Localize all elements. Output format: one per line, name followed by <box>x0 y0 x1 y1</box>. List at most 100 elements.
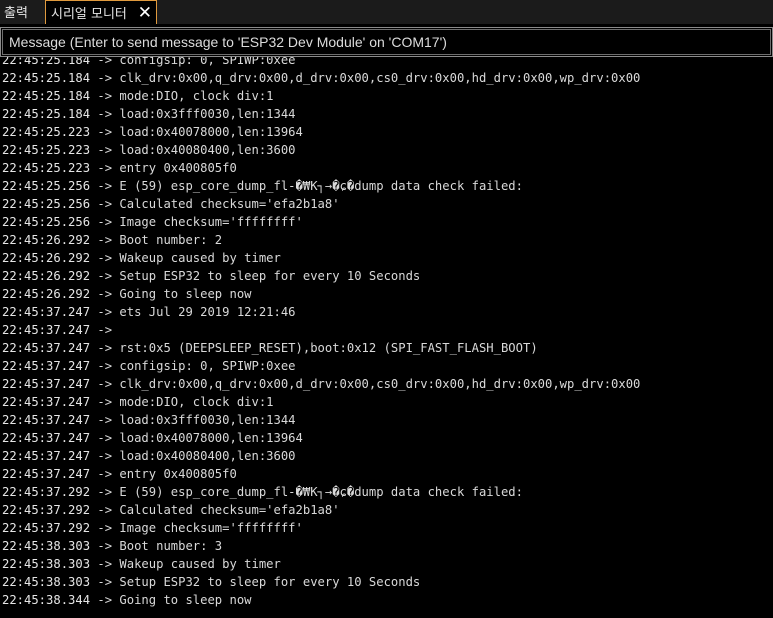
log-message: Setup ESP32 to sleep for every 10 Second… <box>119 269 421 283</box>
serial-output[interactable]: 22:45:25.184 -> configsip: 0, SPIWP:0xee… <box>0 57 773 618</box>
log-arrow: -> <box>90 557 120 571</box>
log-message: E (59) esp_core_dump_fl-�₩K┐→�ɕ�dump dat… <box>119 485 523 499</box>
log-arrow: -> <box>90 251 120 265</box>
log-timestamp: 22:45:37.247 <box>2 359 91 373</box>
log-message: Image checksum='ffffffff' <box>119 521 303 535</box>
log-timestamp: 22:45:37.247 <box>2 395 91 409</box>
log-arrow: -> <box>90 215 120 229</box>
log-arrow: -> <box>90 575 120 589</box>
log-arrow: -> <box>90 413 120 427</box>
log-message: E (59) esp_core_dump_fl-�₩K┐→�ɕ�dump dat… <box>119 179 523 193</box>
log-message: load:0x3fff0030,len:1344 <box>119 413 296 427</box>
log-message: Wakeup caused by timer <box>119 557 281 571</box>
log-timestamp: 22:45:25.256 <box>2 179 91 193</box>
tab-serial-monitor[interactable]: 시리얼 모니터 ✕ <box>45 0 157 24</box>
log-message: load:0x40078000,len:13964 <box>119 125 303 139</box>
log-arrow: -> <box>90 57 120 67</box>
log-line: 22:45:38.303 -> Wakeup caused by timer <box>2 555 773 573</box>
log-message: configsip: 0, SPIWP:0xee <box>119 57 296 67</box>
log-timestamp: 22:45:38.303 <box>2 539 91 553</box>
log-line: 22:45:25.184 -> configsip: 0, SPIWP:0xee <box>2 57 773 69</box>
log-arrow: -> <box>90 377 120 391</box>
log-arrow: -> <box>90 323 120 337</box>
tab-serial-monitor-label: 시리얼 모니터 <box>51 7 127 22</box>
log-arrow: -> <box>90 71 120 85</box>
log-message: Image checksum='ffffffff' <box>119 215 303 229</box>
log-timestamp: 22:45:26.292 <box>2 287 91 301</box>
log-timestamp: 22:45:37.247 <box>2 305 91 319</box>
log-timestamp: 22:45:25.256 <box>2 197 91 211</box>
log-timestamp: 22:45:26.292 <box>2 269 91 283</box>
log-arrow: -> <box>90 233 120 247</box>
log-timestamp: 22:45:37.292 <box>2 521 91 535</box>
message-input[interactable] <box>2 29 771 55</box>
log-timestamp: 22:45:37.292 <box>2 485 91 499</box>
log-message: rst:0x5 (DEEPSLEEP_RESET),boot:0x12 (SPI… <box>119 341 538 355</box>
log-line: 22:45:37.247 -> entry 0x400805f0 <box>2 465 773 483</box>
log-arrow: -> <box>90 467 120 481</box>
log-line: 22:45:25.223 -> load:0x40080400,len:3600 <box>2 141 773 159</box>
log-timestamp: 22:45:25.184 <box>2 71 91 85</box>
log-timestamp: 22:45:38.303 <box>2 575 91 589</box>
log-line: 22:45:26.292 -> Going to sleep now <box>2 285 773 303</box>
log-arrow: -> <box>90 593 120 607</box>
log-line: 22:45:26.292 -> Setup ESP32 to sleep for… <box>2 267 773 285</box>
log-line: 22:45:25.184 -> load:0x3fff0030,len:1344 <box>2 105 773 123</box>
log-timestamp: 22:45:37.247 <box>2 377 91 391</box>
log-message: Going to sleep now <box>119 287 252 301</box>
log-message: Calculated checksum='efa2b1a8' <box>119 197 340 211</box>
log-arrow: -> <box>90 89 120 103</box>
log-message: mode:DIO, clock div:1 <box>119 89 274 103</box>
log-line: 22:45:26.292 -> Boot number: 2 <box>2 231 773 249</box>
log-message: ets Jul 29 2019 12:21:46 <box>119 305 296 319</box>
log-line: 22:45:37.292 -> E (59) esp_core_dump_fl-… <box>2 483 773 501</box>
log-arrow: -> <box>90 143 120 157</box>
log-line: 22:45:37.292 -> Calculated checksum='efa… <box>2 501 773 519</box>
log-timestamp: 22:45:26.292 <box>2 251 91 265</box>
panel-tab-bar: 출력 시리얼 모니터 ✕ <box>0 0 773 24</box>
log-timestamp: 22:45:37.247 <box>2 431 91 445</box>
log-timestamp: 22:45:37.247 <box>2 413 91 427</box>
log-line: 22:45:37.247 -> mode:DIO, clock div:1 <box>2 393 773 411</box>
log-message: Boot number: 2 <box>119 233 223 247</box>
log-line: 22:45:25.184 -> clk_drv:0x00,q_drv:0x00,… <box>2 69 773 87</box>
log-timestamp: 22:45:38.344 <box>2 593 91 607</box>
log-message: load:0x40078000,len:13964 <box>119 431 303 445</box>
log-line: 22:45:37.247 -> configsip: 0, SPIWP:0xee <box>2 357 773 375</box>
log-timestamp: 22:45:37.247 <box>2 449 91 463</box>
log-arrow: -> <box>90 287 120 301</box>
log-arrow: -> <box>90 539 120 553</box>
tab-output-label: 출력 <box>4 6 28 21</box>
close-icon[interactable]: ✕ <box>138 3 152 23</box>
log-arrow: -> <box>90 179 120 193</box>
log-timestamp: 22:45:25.184 <box>2 107 91 121</box>
log-line: 22:45:26.292 -> Wakeup caused by timer <box>2 249 773 267</box>
log-line: 22:45:37.247 -> load:0x40080400,len:3600 <box>2 447 773 465</box>
log-message: entry 0x400805f0 <box>119 467 237 481</box>
log-message: load:0x40080400,len:3600 <box>119 143 296 157</box>
log-line: 22:45:25.256 -> E (59) esp_core_dump_fl-… <box>2 177 773 195</box>
log-message: Boot number: 3 <box>119 539 223 553</box>
log-arrow: -> <box>90 305 120 319</box>
tab-output[interactable]: 출력 <box>0 0 44 23</box>
log-message: entry 0x400805f0 <box>119 161 237 175</box>
log-arrow: -> <box>90 161 120 175</box>
log-timestamp: 22:45:37.292 <box>2 503 91 517</box>
log-timestamp: 22:45:37.247 <box>2 323 91 337</box>
log-message: load:0x40080400,len:3600 <box>119 449 296 463</box>
message-bar <box>0 27 773 57</box>
log-message: clk_drv:0x00,q_drv:0x00,d_drv:0x00,cs0_d… <box>119 377 641 391</box>
log-arrow: -> <box>90 395 120 409</box>
log-line: 22:45:37.247 -> <box>2 321 773 339</box>
log-message: Wakeup caused by timer <box>119 251 281 265</box>
log-arrow: -> <box>90 503 120 517</box>
log-message: mode:DIO, clock div:1 <box>119 395 274 409</box>
serial-output-lines: 22:45:25.184 -> configsip: 0, SPIWP:0xee… <box>2 57 773 609</box>
log-timestamp: 22:45:38.303 <box>2 557 91 571</box>
log-line: 22:45:25.223 -> load:0x40078000,len:1396… <box>2 123 773 141</box>
log-line: 22:45:37.247 -> rst:0x5 (DEEPSLEEP_RESET… <box>2 339 773 357</box>
log-arrow: -> <box>90 269 120 283</box>
log-timestamp: 22:45:25.184 <box>2 89 91 103</box>
log-timestamp: 22:45:25.223 <box>2 161 91 175</box>
log-message: Calculated checksum='efa2b1a8' <box>119 503 340 517</box>
